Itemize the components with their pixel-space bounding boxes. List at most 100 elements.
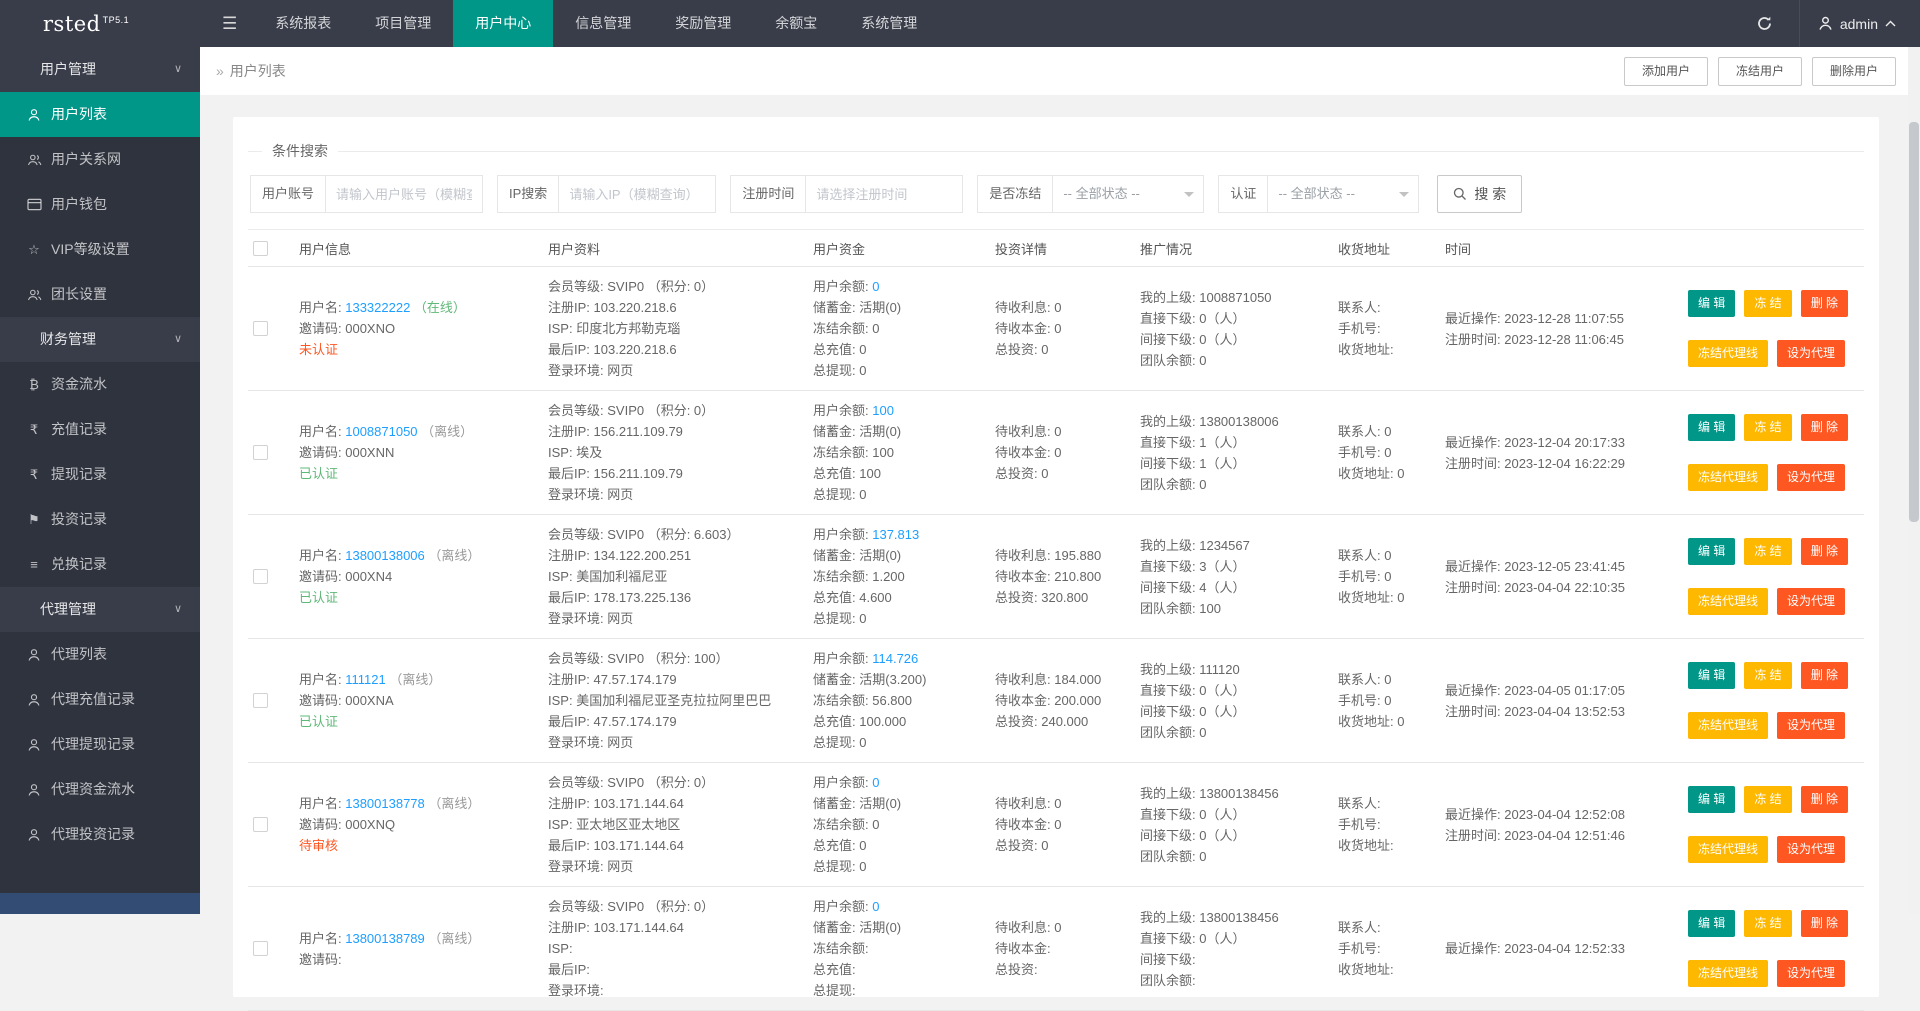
sidebar-item[interactable]: 代理资金流水 (0, 767, 200, 812)
status-select[interactable]: -- 全部状态 -- (1052, 175, 1205, 213)
nav-item-active[interactable]: 用户中心 (453, 0, 554, 47)
menu-toggle-icon[interactable]: ☰ (222, 14, 237, 34)
nav-item[interactable]: 余额宝 (753, 0, 839, 47)
sidebar-item[interactable]: 代理投资记录 (0, 812, 200, 857)
balance-link[interactable]: 0 (872, 899, 879, 914)
freeze-agent-line-button[interactable]: 冻结代理线 (1688, 960, 1769, 987)
username-link[interactable]: 13800138778 (345, 796, 425, 811)
sidebar-section-title[interactable]: 财务管理 ∨ (0, 317, 200, 362)
balance-link[interactable]: 100 (872, 403, 894, 418)
row-checkbox[interactable] (253, 569, 268, 584)
sidebar-item[interactable]: ☆ VIP等级设置 (0, 227, 200, 272)
row-checkbox[interactable] (253, 321, 268, 336)
sidebar-item[interactable]: ₹ 充值记录 (0, 407, 200, 452)
nav-item[interactable]: 系统管理 (839, 0, 939, 47)
refresh-icon[interactable] (1730, 0, 1799, 47)
set-agent-button[interactable]: 设为代理 (1777, 340, 1846, 367)
sidebar-item[interactable]: ₹ 提现记录 (0, 452, 200, 497)
set-agent-button[interactable]: 设为代理 (1777, 588, 1846, 615)
search-button[interactable]: 搜 索 (1437, 175, 1523, 213)
admin-menu[interactable]: admin (1800, 0, 1920, 47)
delete-button[interactable]: 删 除 (1800, 538, 1849, 565)
field-value: 0 (1199, 352, 1207, 368)
row-checkbox[interactable] (253, 817, 268, 832)
edit-button[interactable]: 编 辑 (1688, 910, 1736, 937)
invite-code: 000XNN (345, 445, 395, 460)
status-select[interactable]: -- 全部状态 -- (1267, 175, 1420, 213)
search-input[interactable] (558, 175, 717, 213)
nav-item[interactable]: 系统报表 (253, 0, 353, 47)
freeze-button[interactable]: 冻 结 (1744, 910, 1792, 937)
nav-item[interactable]: 奖励管理 (653, 0, 753, 47)
freeze-agent-line-button[interactable]: 冻结代理线 (1688, 340, 1769, 367)
sidebar-section-title[interactable]: 用户管理 ∨ (0, 47, 200, 92)
page-action-button[interactable]: 删除用户 (1811, 56, 1896, 86)
field-label: 用户余额: (813, 527, 873, 542)
freeze-agent-line-button[interactable]: 冻结代理线 (1688, 464, 1769, 491)
scrollbar-thumb[interactable] (1909, 122, 1919, 522)
edit-button[interactable]: 编 辑 (1688, 414, 1736, 441)
field-value: 0 (1397, 466, 1405, 481)
balance-link[interactable]: 0 (872, 279, 879, 294)
username-link[interactable]: 133322222 (345, 300, 410, 315)
delete-button[interactable]: 删 除 (1800, 910, 1849, 937)
field-value: 4.600 (859, 590, 892, 605)
set-agent-button[interactable]: 设为代理 (1777, 960, 1846, 987)
sidebar-section-title[interactable]: 代理管理 ∨ (0, 587, 200, 632)
freeze-button[interactable]: 冻 结 (1744, 538, 1792, 565)
sidebar-item[interactable]: 用户钱包 (0, 182, 200, 227)
sidebar-item[interactable]: ⚑ 投资记录 (0, 497, 200, 542)
field-label: 注册IP: (548, 920, 594, 935)
balance-link[interactable]: 0 (872, 775, 879, 790)
edit-button[interactable]: 编 辑 (1688, 290, 1736, 317)
delete-button[interactable]: 删 除 (1800, 786, 1849, 813)
freeze-agent-line-button[interactable]: 冻结代理线 (1688, 588, 1769, 615)
set-agent-button[interactable]: 设为代理 (1777, 712, 1846, 739)
freeze-agent-line-button[interactable]: 冻结代理线 (1688, 836, 1769, 863)
row-checkbox[interactable] (253, 941, 268, 956)
username-link[interactable]: 111121 (345, 672, 386, 687)
vertical-scrollbar[interactable] (1908, 47, 1920, 914)
sidebar-item[interactable]: 代理列表 (0, 632, 200, 677)
row-checkbox[interactable] (253, 445, 268, 460)
edit-button[interactable]: 编 辑 (1688, 786, 1736, 813)
field-value: 活期(0) (859, 424, 902, 439)
freeze-button[interactable]: 冻 结 (1744, 786, 1792, 813)
delete-button[interactable]: 删 除 (1800, 290, 1849, 317)
edit-button[interactable]: 编 辑 (1688, 662, 1736, 689)
sidebar-item[interactable]: ₿ 资金流水 (0, 362, 200, 407)
set-agent-button[interactable]: 设为代理 (1777, 464, 1846, 491)
page-action-button[interactable]: 冻结用户 (1717, 56, 1802, 86)
delete-button[interactable]: 删 除 (1800, 414, 1849, 441)
delete-button[interactable]: 删 除 (1800, 662, 1849, 689)
search-icon (1454, 187, 1467, 200)
sidebar-item[interactable]: 用户关系网 (0, 137, 200, 182)
nav-item[interactable]: 信息管理 (553, 0, 653, 47)
sidebar-item[interactable]: ≡ 兑换记录 (0, 542, 200, 587)
balance-link[interactable]: 114.726 (872, 651, 918, 666)
field-label: 总投资: (995, 962, 1038, 977)
sidebar-item[interactable]: 代理充值记录 (0, 677, 200, 722)
freeze-button[interactable]: 冻 结 (1744, 662, 1792, 689)
row-checkbox[interactable] (253, 693, 268, 708)
freeze-button[interactable]: 冻 结 (1744, 290, 1792, 317)
username-link[interactable]: 13800138789 (345, 931, 425, 946)
search-input[interactable] (805, 175, 964, 213)
username-link[interactable]: 13800138006 (345, 548, 425, 563)
sidebar-item[interactable]: 代理提现记录 (0, 722, 200, 767)
username-link[interactable]: 1008871050 (345, 424, 417, 439)
freeze-agent-line-button[interactable]: 冻结代理线 (1688, 712, 1769, 739)
balance-link[interactable]: 137.813 (872, 527, 919, 542)
freeze-button[interactable]: 冻 结 (1744, 414, 1792, 441)
sidebar-item[interactable]: 用户列表 (0, 92, 200, 137)
field-value: 111120 (1199, 661, 1240, 677)
column-header: 用户资金 (808, 229, 990, 267)
page-action-button[interactable]: 添加用户 (1623, 56, 1708, 86)
select-all-checkbox[interactable] (253, 240, 268, 256)
sidebar-item[interactable]: 团长设置 (0, 272, 200, 317)
field-label: 用户余额: (813, 279, 873, 294)
set-agent-button[interactable]: 设为代理 (1777, 836, 1846, 863)
edit-button[interactable]: 编 辑 (1688, 538, 1736, 565)
nav-item[interactable]: 项目管理 (353, 0, 453, 47)
search-input[interactable] (325, 175, 484, 213)
